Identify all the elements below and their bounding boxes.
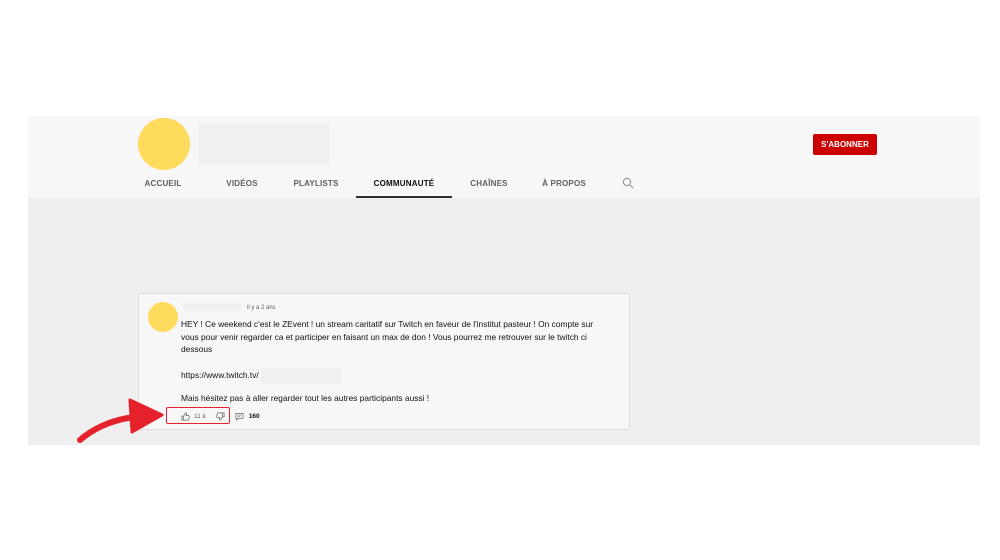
tab-chaines[interactable]: CHAÎNES — [464, 174, 514, 198]
like-highlight-box — [166, 407, 230, 424]
post-timestamp[interactable]: il y a 2 ans — [247, 305, 276, 311]
channel-name-redacted — [198, 123, 330, 165]
tab-communaute[interactable]: COMMUNAUTÉ — [356, 174, 452, 198]
subscribe-button[interactable]: S'ABONNER — [813, 134, 877, 155]
post-paragraph-2: Mais hésitez pas à aller regarder tout l… — [181, 392, 430, 403]
comment-count: 160 — [248, 412, 260, 420]
post-author-redacted — [183, 303, 241, 311]
tab-videos[interactable]: VIDÉOS — [214, 174, 270, 198]
tab-playlists[interactable]: PLAYLISTS — [286, 174, 346, 198]
post-author-avatar[interactable] — [148, 302, 178, 332]
comment-icon[interactable] — [235, 412, 244, 421]
tab-accueil[interactable]: ACCUEIL — [138, 174, 188, 198]
post-link-row: https://www.twitch.tv/ — [181, 367, 601, 384]
post-body: HEY ! Ce weekend c'est le ZEvent ! un st… — [181, 318, 601, 404]
youtube-channel-page: S'ABONNER ACCUEIL VIDÉOS PLAYLISTS COMMU… — [28, 116, 980, 445]
search-icon[interactable] — [622, 177, 634, 189]
channel-avatar[interactable] — [138, 118, 190, 170]
arrow-annotation — [77, 398, 164, 443]
tab-a-propos[interactable]: À PROPOS — [534, 174, 594, 198]
post-link-redacted — [260, 367, 341, 384]
post-paragraph-1: HEY ! Ce weekend c'est le ZEvent ! un st… — [181, 319, 594, 354]
channel-header: S'ABONNER ACCUEIL VIDÉOS PLAYLISTS COMMU… — [28, 116, 980, 198]
post-link[interactable]: https://www.twitch.tv/ — [181, 369, 259, 382]
